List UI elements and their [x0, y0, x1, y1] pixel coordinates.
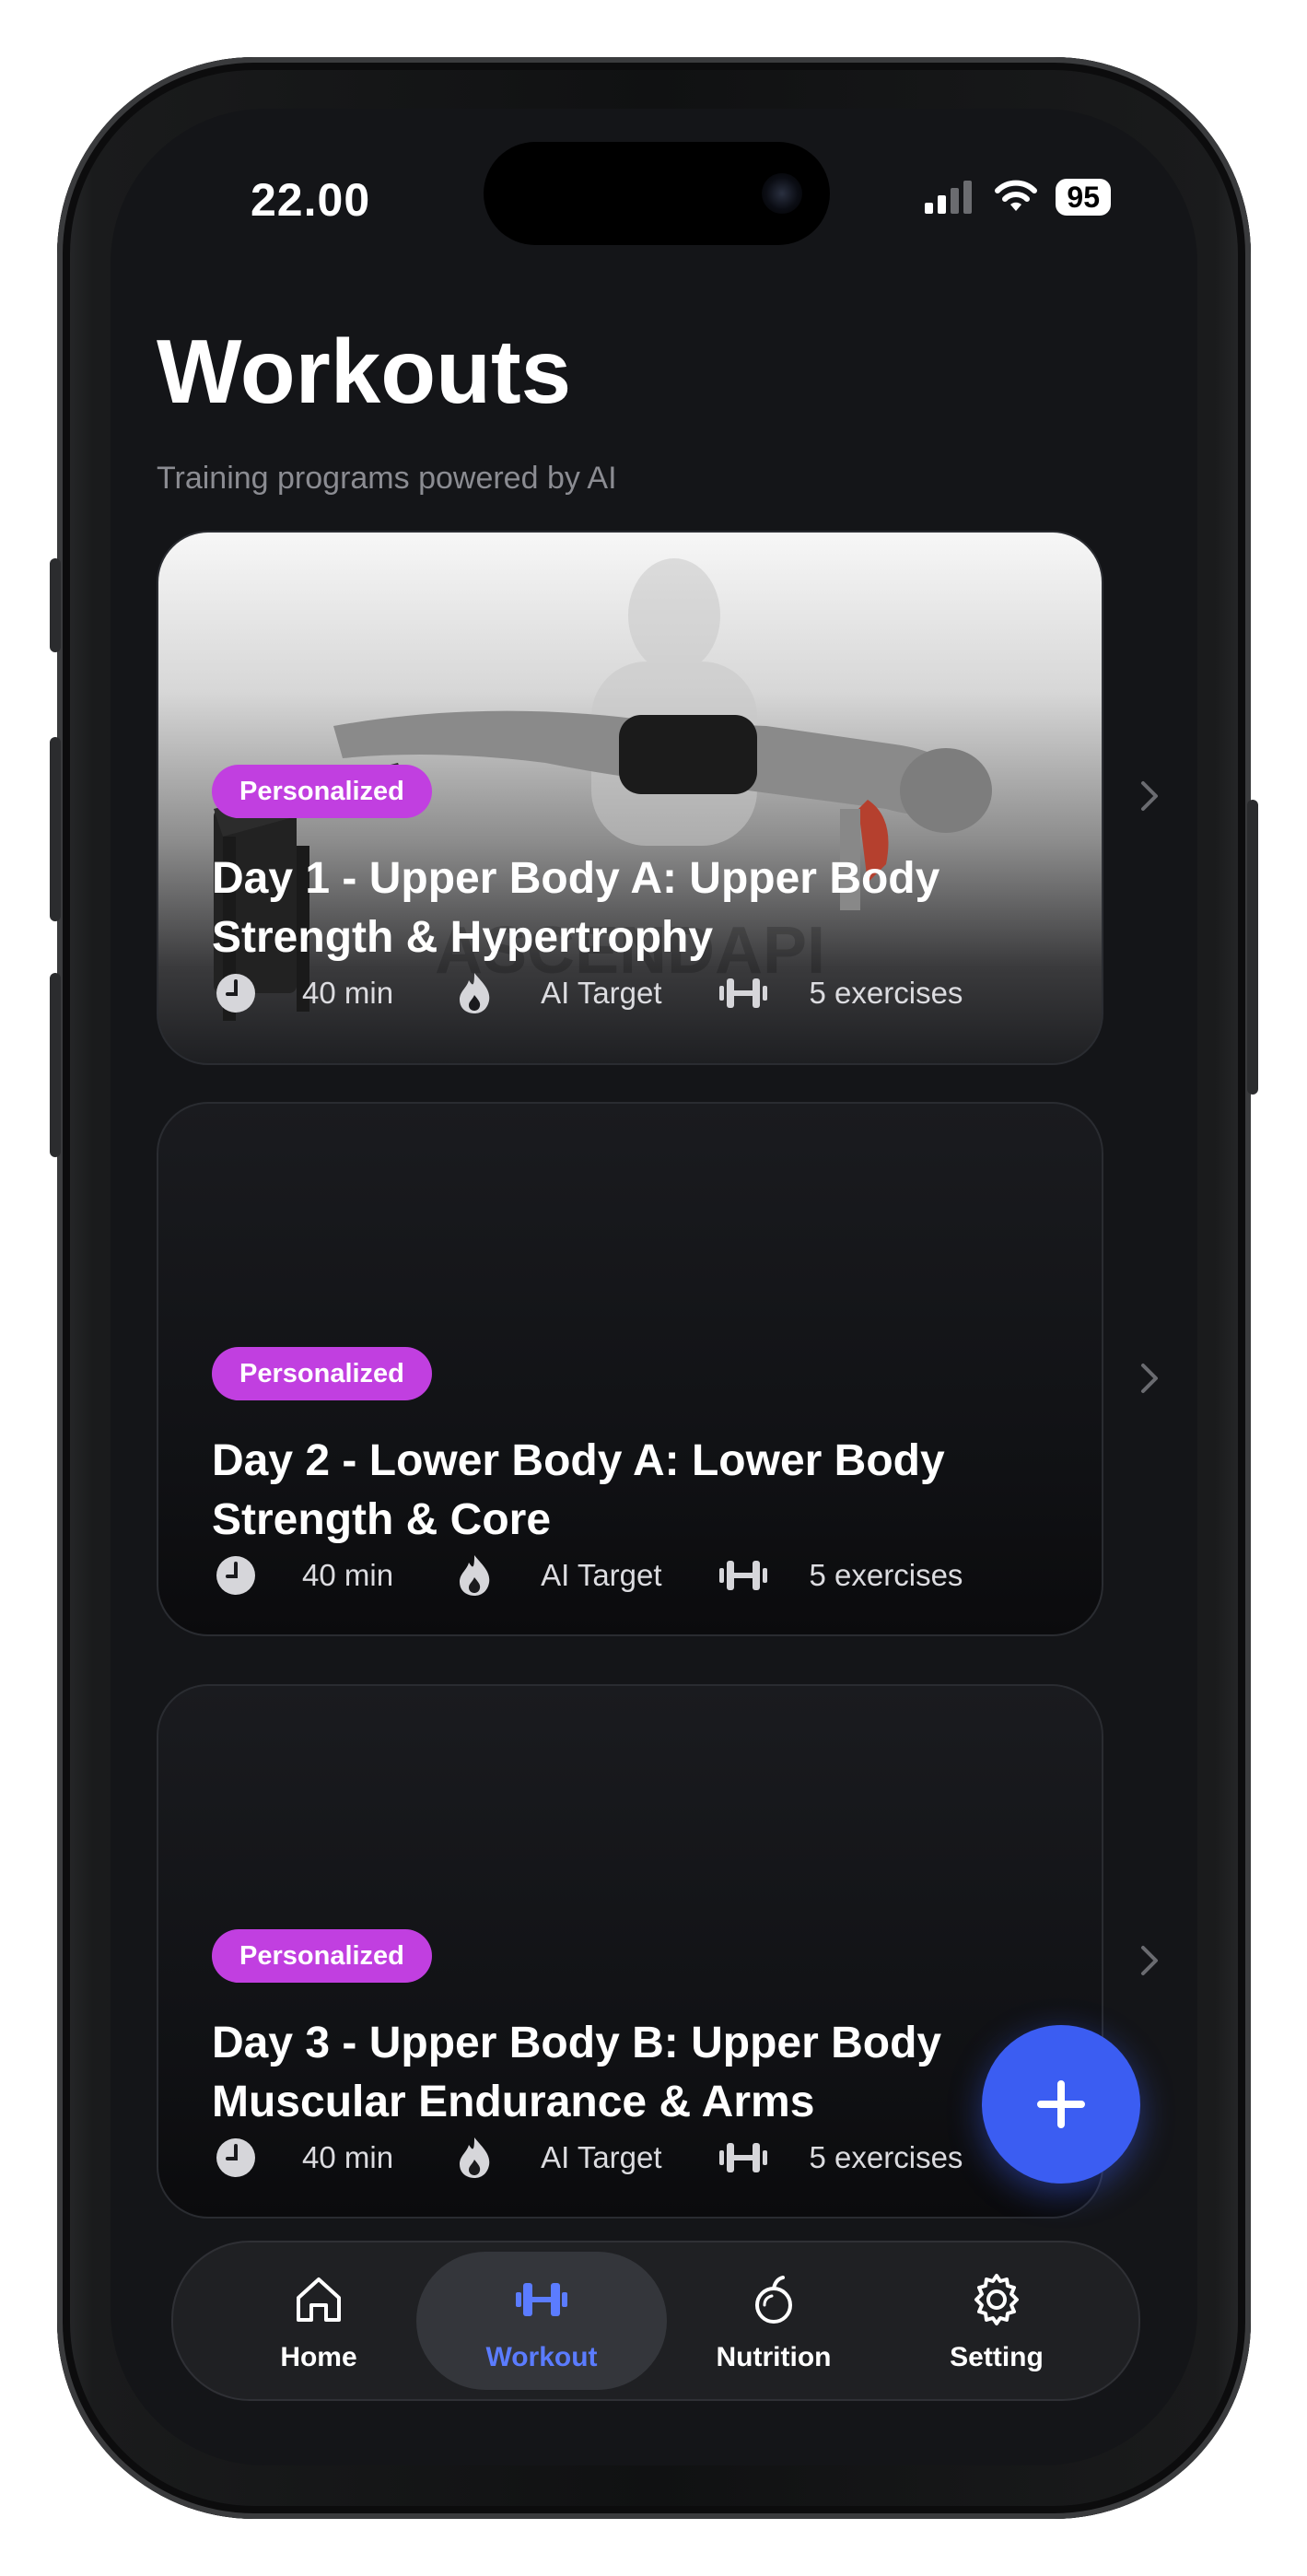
- personalized-badge: Personalized: [212, 1929, 432, 1983]
- page-title: Workouts: [157, 321, 572, 422]
- tab-label: Setting: [950, 2342, 1044, 2372]
- workout-duration: 40 min: [302, 1558, 394, 1592]
- flame-icon: [450, 2134, 498, 2182]
- workout-card-day-1[interactable]: ASCENDAPI Personalized Day 1 - Upper Bod…: [157, 531, 1103, 1065]
- workout-title: Day 2 - Lower Body A: Lower Body Strengt…: [212, 1436, 945, 1544]
- workout-target: AI Target: [541, 1558, 662, 1592]
- chevron-right-icon[interactable]: [1131, 1360, 1168, 1397]
- clock-icon: [212, 969, 260, 1017]
- power-button: [1247, 800, 1258, 1095]
- workout-target: AI Target: [541, 976, 662, 1010]
- app-screen: 22.00 95 Workouts Training programs powe…: [111, 109, 1197, 2465]
- bottom-tab-bar: Home Workout Nutrition Setting: [171, 2241, 1140, 2401]
- dynamic-island: [484, 142, 830, 245]
- workout-card-day-2[interactable]: Personalized Day 2 - Lower Body A: Lower…: [157, 1102, 1103, 1636]
- status-icons: 95: [925, 179, 1111, 216]
- clock-icon: [212, 1551, 260, 1599]
- tab-label: Workout: [485, 2342, 598, 2372]
- workout-meta: 40 min AI Target 5 exercises: [212, 969, 1020, 1017]
- volume-down-button: [50, 973, 61, 1157]
- workout-meta: 40 min AI Target 5 exercises: [212, 2134, 1020, 2182]
- dumbbell-icon: [718, 1551, 767, 1599]
- tab-nutrition[interactable]: Nutrition: [648, 2252, 899, 2390]
- workout-title: Day 3 - Upper Body B: Upper Body Muscula…: [212, 2019, 942, 2126]
- workout-exercises: 5 exercises: [809, 976, 963, 1010]
- flame-icon: [450, 969, 498, 1017]
- clock-icon: [212, 2134, 260, 2182]
- tab-workout[interactable]: Workout: [416, 2252, 667, 2390]
- chevron-right-icon[interactable]: [1131, 1942, 1168, 1979]
- status-time: 22.00: [251, 174, 371, 226]
- status-bar: 22.00 95: [111, 109, 1197, 247]
- apple-icon: [755, 2276, 792, 2324]
- personalized-badge: Personalized: [212, 765, 432, 818]
- signal-icon: [925, 181, 973, 214]
- chevron-right-icon[interactable]: [1131, 778, 1168, 814]
- tab-label: Nutrition: [716, 2342, 832, 2372]
- flame-icon: [450, 1551, 498, 1599]
- workout-target: AI Target: [541, 2140, 662, 2174]
- workout-exercises: 5 exercises: [809, 2140, 963, 2174]
- workout-icon: [516, 2283, 567, 2316]
- wifi-icon: [995, 180, 1038, 211]
- workout-card-day-3[interactable]: Personalized Day 3 - Upper Body B: Upper…: [157, 1684, 1103, 2219]
- workout-exercises: 5 exercises: [809, 1558, 963, 1592]
- tab-label: Home: [280, 2342, 357, 2372]
- volume-up-button: [50, 737, 61, 921]
- plus-icon: [1037, 2080, 1085, 2128]
- dumbbell-icon: [718, 2134, 767, 2182]
- tab-home[interactable]: Home: [193, 2252, 444, 2390]
- battery-indicator: 95: [1056, 179, 1111, 216]
- workout-title: Day 1 - Upper Body A: Upper Body Strengt…: [212, 854, 940, 962]
- workout-meta: 40 min AI Target 5 exercises: [212, 1551, 1020, 1599]
- workout-duration: 40 min: [302, 2140, 394, 2174]
- dumbbell-icon: [718, 969, 767, 1017]
- action-button: [50, 558, 61, 652]
- home-icon: [297, 2277, 341, 2322]
- gear-icon: [974, 2274, 1019, 2325]
- page-subtitle: Training programs powered by AI: [157, 461, 617, 496]
- personalized-badge: Personalized: [212, 1347, 432, 1400]
- add-workout-button[interactable]: [982, 2025, 1140, 2184]
- front-camera-icon: [762, 173, 802, 214]
- page-header: Workouts Training programs powered by AI: [157, 321, 617, 497]
- workout-duration: 40 min: [302, 976, 394, 1010]
- tab-setting[interactable]: Setting: [871, 2252, 1122, 2390]
